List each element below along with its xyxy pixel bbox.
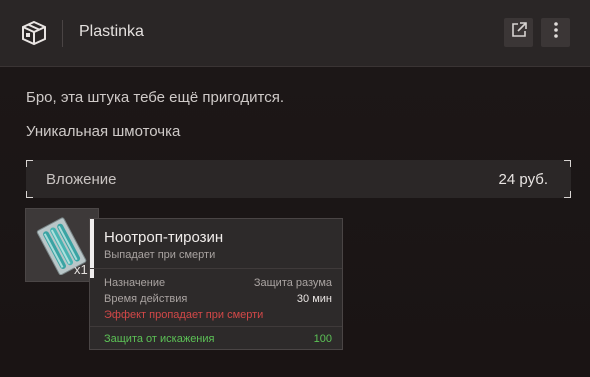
stat-label-purpose: Назначение: [104, 277, 166, 289]
external-link-icon: [510, 21, 528, 44]
window-header: Plastinka: [0, 0, 590, 67]
item-tooltip: Ноотроп-тирозин Выпадает при смерти Назн…: [89, 218, 343, 350]
item-count: x1: [74, 262, 88, 277]
stat-label-duration: Время действия: [104, 293, 188, 305]
stat-label-protection: Защита от искажения: [104, 333, 215, 345]
tooltip-accent-bar: [90, 219, 94, 278]
open-external-button[interactable]: [504, 18, 533, 47]
box-icon: [21, 20, 47, 46]
more-options-button[interactable]: [541, 18, 570, 47]
tooltip-divider: [90, 268, 342, 269]
tooltip-divider: [90, 326, 342, 327]
investment-label: Вложение: [46, 171, 117, 188]
item-name: Ноотроп-тирозин: [104, 229, 224, 246]
investment-box: Вложение 24 руб.: [26, 160, 571, 198]
effect-warning: Эффект пропадает при смерти: [104, 309, 264, 321]
window-title: Plastinka: [79, 23, 144, 40]
item-subtitle: Выпадает при смерти: [104, 249, 216, 261]
stat-value-duration: 30 мин: [296, 293, 332, 305]
stat-value-protection: 100: [313, 333, 332, 345]
investment-value: 24 руб.: [498, 171, 548, 188]
item-slot[interactable]: [25, 208, 99, 282]
rarity-line: Уникальная шмоточка: [26, 123, 181, 140]
more-vertical-icon: [553, 21, 559, 44]
header-divider: [62, 20, 63, 47]
stat-value-purpose: Защита разума: [253, 277, 332, 289]
description-line: Бро, эта штука тебе ещё пригодится.: [26, 89, 284, 106]
